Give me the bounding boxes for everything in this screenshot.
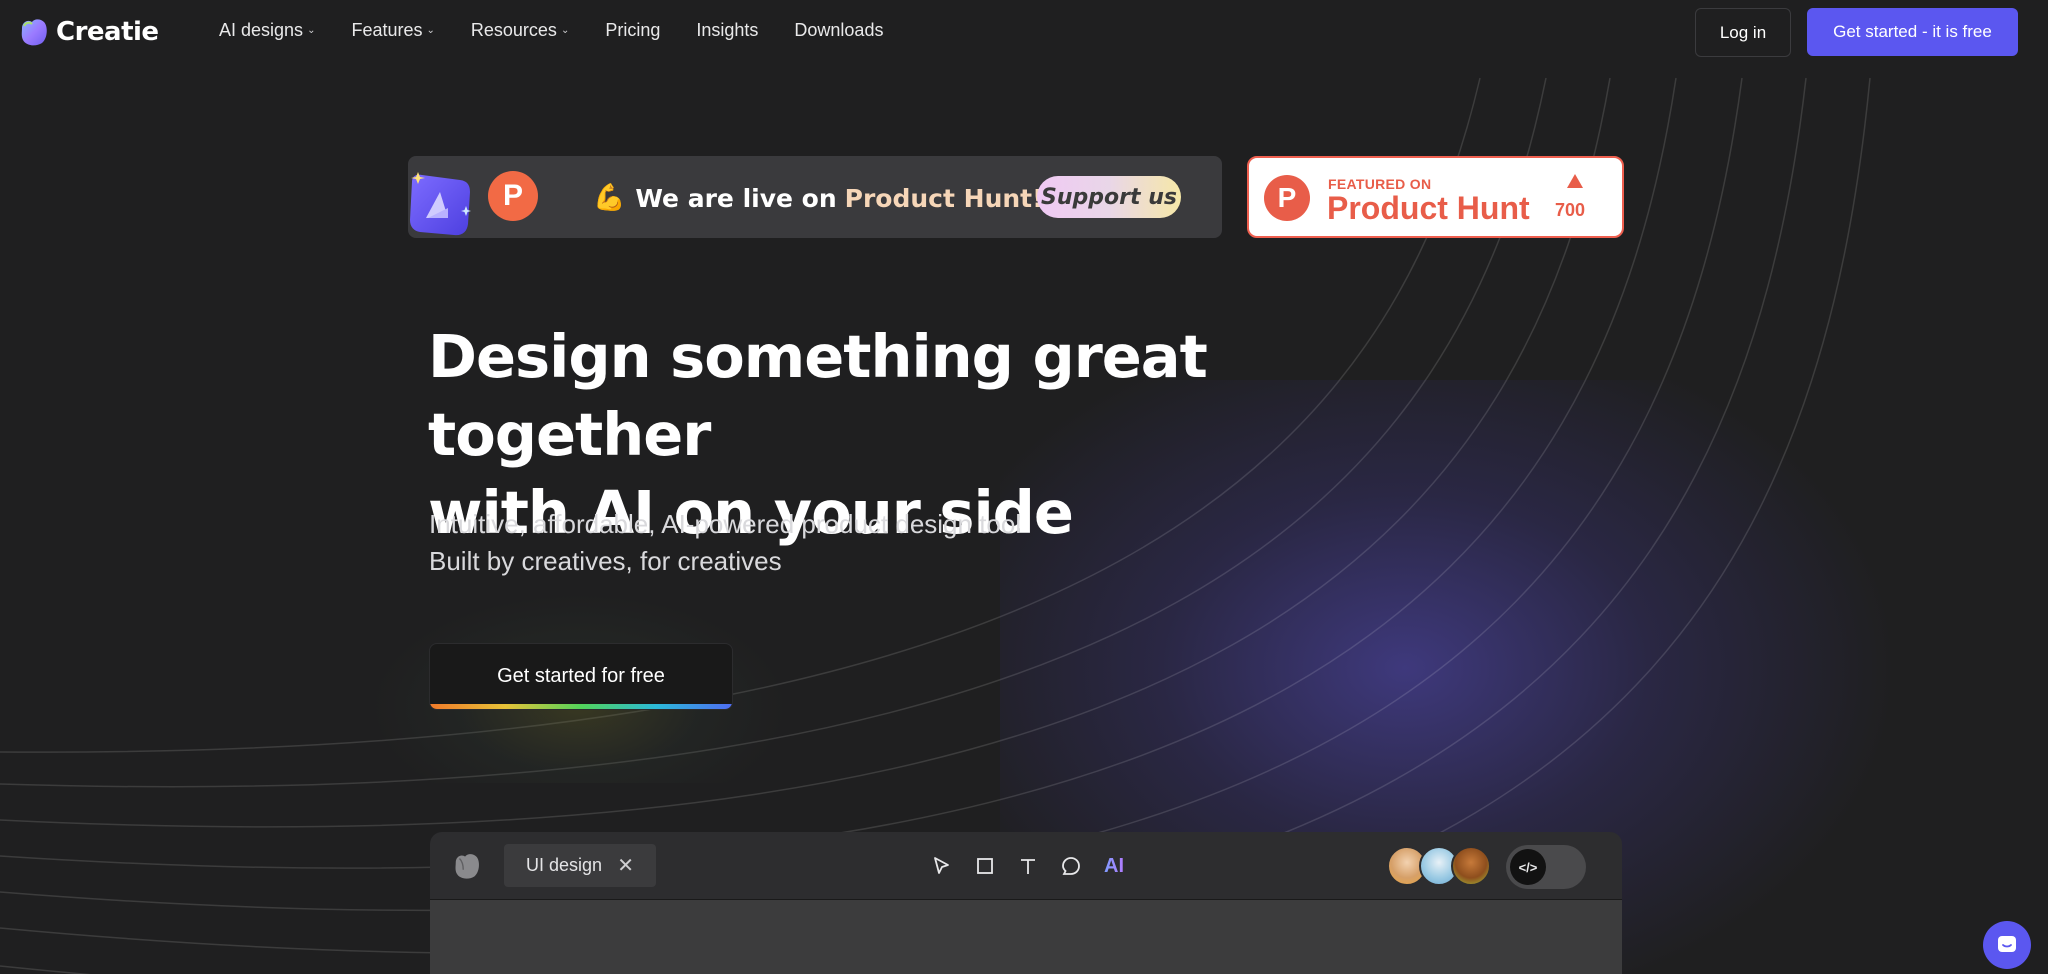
upvote-count: 700 bbox=[1555, 200, 1586, 220]
app-sparkle-icon bbox=[410, 172, 471, 236]
product-hunt-banner[interactable]: P 💪 We are live on Product Hunt! Support… bbox=[408, 156, 1222, 238]
product-hunt-live-text: 💪 We are live on Product Hunt! bbox=[593, 183, 1044, 213]
pointer-icon[interactable] bbox=[927, 851, 957, 881]
hero-subtitle: Intuitive, affordable, AI-powered produc… bbox=[429, 509, 1022, 576]
chevron-down-icon: ⌄ bbox=[307, 25, 316, 36]
upvote-icon bbox=[1567, 174, 1583, 188]
nav-item-features[interactable]: Features ⌄ bbox=[351, 20, 434, 41]
get-started-button[interactable]: Get started - it is free bbox=[1807, 8, 2018, 56]
nav-item-resources[interactable]: Resources ⌄ bbox=[471, 20, 569, 41]
close-icon[interactable]: ✕ bbox=[617, 853, 634, 878]
brand-logo[interactable]: Creatie bbox=[18, 14, 159, 50]
product-hunt-wordmark: Product Hunt bbox=[1327, 190, 1530, 226]
top-navigation: Creatie AI designs ⌄ Features ⌄ Resources ⌄… bbox=[0, 0, 2048, 64]
nav-item-pricing[interactable]: Pricing bbox=[605, 20, 660, 41]
creatie-logo-icon[interactable] bbox=[452, 851, 482, 881]
flexed-arm-icon: 💪 bbox=[593, 183, 626, 213]
comment-icon[interactable] bbox=[1056, 851, 1086, 881]
nav-item-downloads[interactable]: Downloads bbox=[794, 20, 883, 41]
login-button[interactable]: Log in bbox=[1695, 8, 1791, 57]
tab-ui-design[interactable]: UI design ✕ bbox=[504, 844, 656, 887]
chevron-down-icon: ⌄ bbox=[426, 25, 435, 36]
creatie-logo-icon bbox=[21, 19, 47, 46]
code-icon: </> bbox=[1510, 849, 1546, 885]
avatar[interactable] bbox=[1451, 846, 1491, 886]
get-started-for-free-button[interactable]: Get started for free bbox=[429, 643, 733, 710]
hero-cta-wrapper: Get started for free bbox=[369, 593, 789, 783]
nav-menu: AI designs ⌄ Features ⌄ Resources ⌄ Pricing… bbox=[219, 20, 919, 41]
support-us-button[interactable]: Support us bbox=[1037, 176, 1181, 218]
editor-preview: UI design ✕ AI </> bbox=[430, 832, 1622, 974]
chat-icon bbox=[1998, 936, 2016, 952]
collaborator-avatars bbox=[1387, 846, 1491, 886]
rectangle-icon[interactable] bbox=[970, 851, 1000, 881]
code-mode-toggle[interactable]: </> bbox=[1506, 845, 1586, 889]
product-hunt-logo-icon: P bbox=[1264, 175, 1310, 221]
product-hunt-logo-icon: P bbox=[488, 171, 538, 221]
chevron-down-icon: ⌄ bbox=[560, 25, 570, 36]
ai-icon[interactable]: AI bbox=[1099, 851, 1129, 881]
nav-item-ai-designs[interactable]: AI designs ⌄ bbox=[219, 20, 315, 41]
text-icon[interactable] bbox=[1013, 851, 1043, 881]
nav-item-insights[interactable]: Insights bbox=[696, 20, 758, 41]
chat-support-button[interactable] bbox=[1983, 921, 2031, 969]
featured-on-product-hunt-badge[interactable]: P FEATURED ON Product Hunt 700 bbox=[1247, 156, 1624, 238]
tool-group: AI bbox=[927, 851, 1142, 881]
editor-toolbar: UI design ✕ AI </> bbox=[430, 832, 1622, 900]
editor-canvas[interactable] bbox=[430, 900, 1622, 974]
brand-name: Creatie bbox=[56, 17, 159, 47]
